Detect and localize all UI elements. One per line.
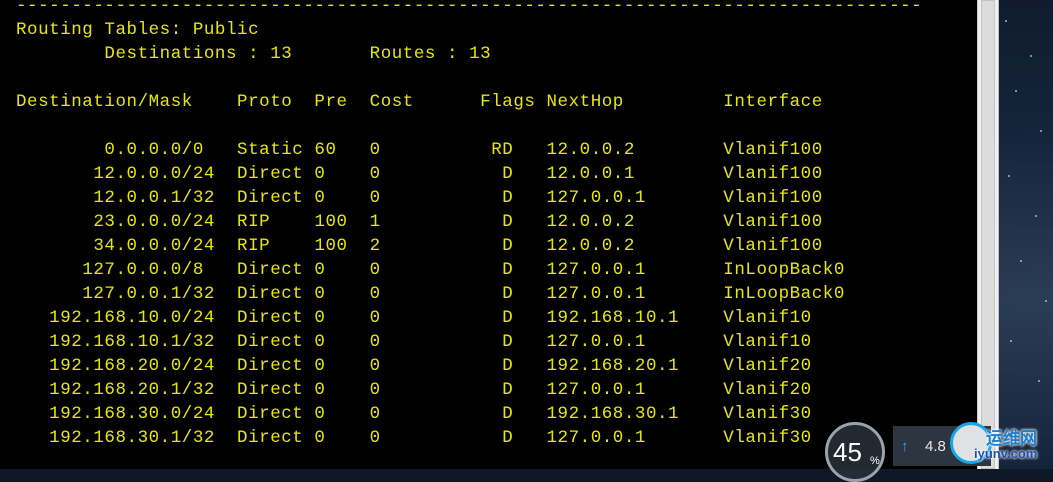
upload-speed: 4.8 — [925, 438, 946, 455]
terminal-line: 12.0.0.0/24 Direct 0 0 D 12.0.0.1 Vlanif… — [16, 164, 823, 184]
terminal-line: Destination/Mask Proto Pre Cost Flags Ne… — [16, 92, 823, 112]
terminal-line: 192.168.20.1/32 Direct 0 0 D 127.0.0.1 V… — [16, 380, 812, 400]
terminal-line: 12.0.0.1/32 Direct 0 0 D 127.0.0.1 Vlani… — [16, 188, 823, 208]
terminal-line: 127.0.0.1/32 Direct 0 0 D 127.0.0.1 InLo… — [16, 284, 845, 304]
gauge-value: 45 — [833, 437, 862, 467]
terminal-line: Destinations : 13 Routes : 13 — [16, 44, 492, 64]
usage-gauge[interactable]: 45 % — [825, 422, 885, 482]
vertical-scrollbar[interactable] — [977, 0, 999, 469]
terminal-line: 0.0.0.0/0 Static 60 0 RD 12.0.0.2 Vlanif… — [16, 140, 823, 160]
terminal-window[interactable]: ----------------------------------------… — [0, 0, 977, 469]
terminal-line: 192.168.30.1/32 Direct 0 0 D 127.0.0.1 V… — [16, 428, 812, 448]
watermark-url: iyunv.com — [974, 446, 1038, 461]
site-watermark: 运维网 iyunv.com — [948, 420, 1053, 469]
terminal-line: Routing Tables: Public — [16, 20, 260, 40]
terminal-line: 34.0.0.0/24 RIP 100 2 D 12.0.0.2 Vlanif1… — [16, 236, 823, 256]
terminal-line: 192.168.10.1/32 Direct 0 0 D 127.0.0.1 V… — [16, 332, 812, 352]
terminal-line: 127.0.0.0/8 Direct 0 0 D 127.0.0.1 InLoo… — [16, 260, 845, 280]
terminal-line: 192.168.20.0/24 Direct 0 0 D 192.168.20.… — [16, 356, 812, 376]
terminal-line: 192.168.10.0/24 Direct 0 0 D 192.168.10.… — [16, 308, 812, 328]
up-arrow-icon: ↑ — [901, 438, 909, 455]
terminal-line: 23.0.0.0/24 RIP 100 1 D 12.0.0.2 Vlanif1… — [16, 212, 823, 232]
terminal-line: ----------------------------------------… — [16, 0, 923, 16]
terminal-line: 192.168.30.0/24 Direct 0 0 D 192.168.30.… — [16, 404, 812, 424]
gauge-unit: % — [870, 455, 880, 467]
scrollbar-thumb[interactable] — [981, 0, 995, 469]
terminal-output: ----------------------------------------… — [16, 0, 922, 450]
